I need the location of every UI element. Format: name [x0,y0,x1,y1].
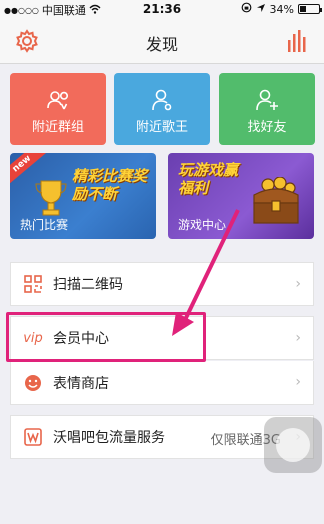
add-friend-icon [219,87,315,113]
page-title: 发现 [145,35,178,54]
chevron-right-icon: › [295,374,301,390]
user-location-icon [114,87,210,113]
list-item-label: 表情商店 [53,375,109,392]
battery-icon [298,4,322,14]
list-item-label: 沃唱吧包流量服务 [53,430,165,446]
battery-percent: 34% [269,2,294,16]
banner-slogan: 玩游戏赢福利 [178,161,239,197]
tile-find-friends[interactable]: 找好友 [219,73,315,145]
status-bar: ●●○○○ 中国联通 21:36 34% [0,0,324,18]
tile-nearby-groups[interactable]: 附近群组 [10,73,106,145]
list-item-emoji-store[interactable]: 表情商店 › [10,361,314,405]
chevron-right-icon: › [295,276,301,292]
tile-label: 附近群组 [31,120,84,135]
list-item-scan-qr[interactable]: 扫描二维码 › [10,262,314,306]
unicom-icon [17,415,49,459]
banner-caption: 游戏中心 [178,218,227,232]
group-location-icon [10,87,106,113]
bar-chart-icon[interactable] [286,30,310,52]
qr-code-icon [17,262,49,306]
chevron-right-icon: › [295,330,301,346]
highlight-box [6,312,206,362]
location-arrow-icon [256,3,266,16]
banner-game-center[interactable]: 玩游戏赢福利 游戏中心 [168,153,314,239]
emoji-icon [17,361,49,405]
tile-label: 附近歌王 [135,120,188,135]
assistive-touch-button[interactable] [264,417,322,473]
treasure-chest-icon [248,176,304,231]
list-item-label: 扫描二维码 [53,277,123,293]
tile-label: 找好友 [247,120,287,135]
banner-hot-contests[interactable]: new 精彩比赛奖励不断 热门比赛 [10,153,156,239]
banner-slogan: 精彩比赛奖励不断 [72,167,148,203]
banner-caption: 热门比赛 [20,218,69,232]
navigation-bar: 发现 [0,18,324,64]
tile-nearby-kings[interactable]: 附近歌王 [114,73,210,145]
rotation-lock-icon [241,2,252,16]
